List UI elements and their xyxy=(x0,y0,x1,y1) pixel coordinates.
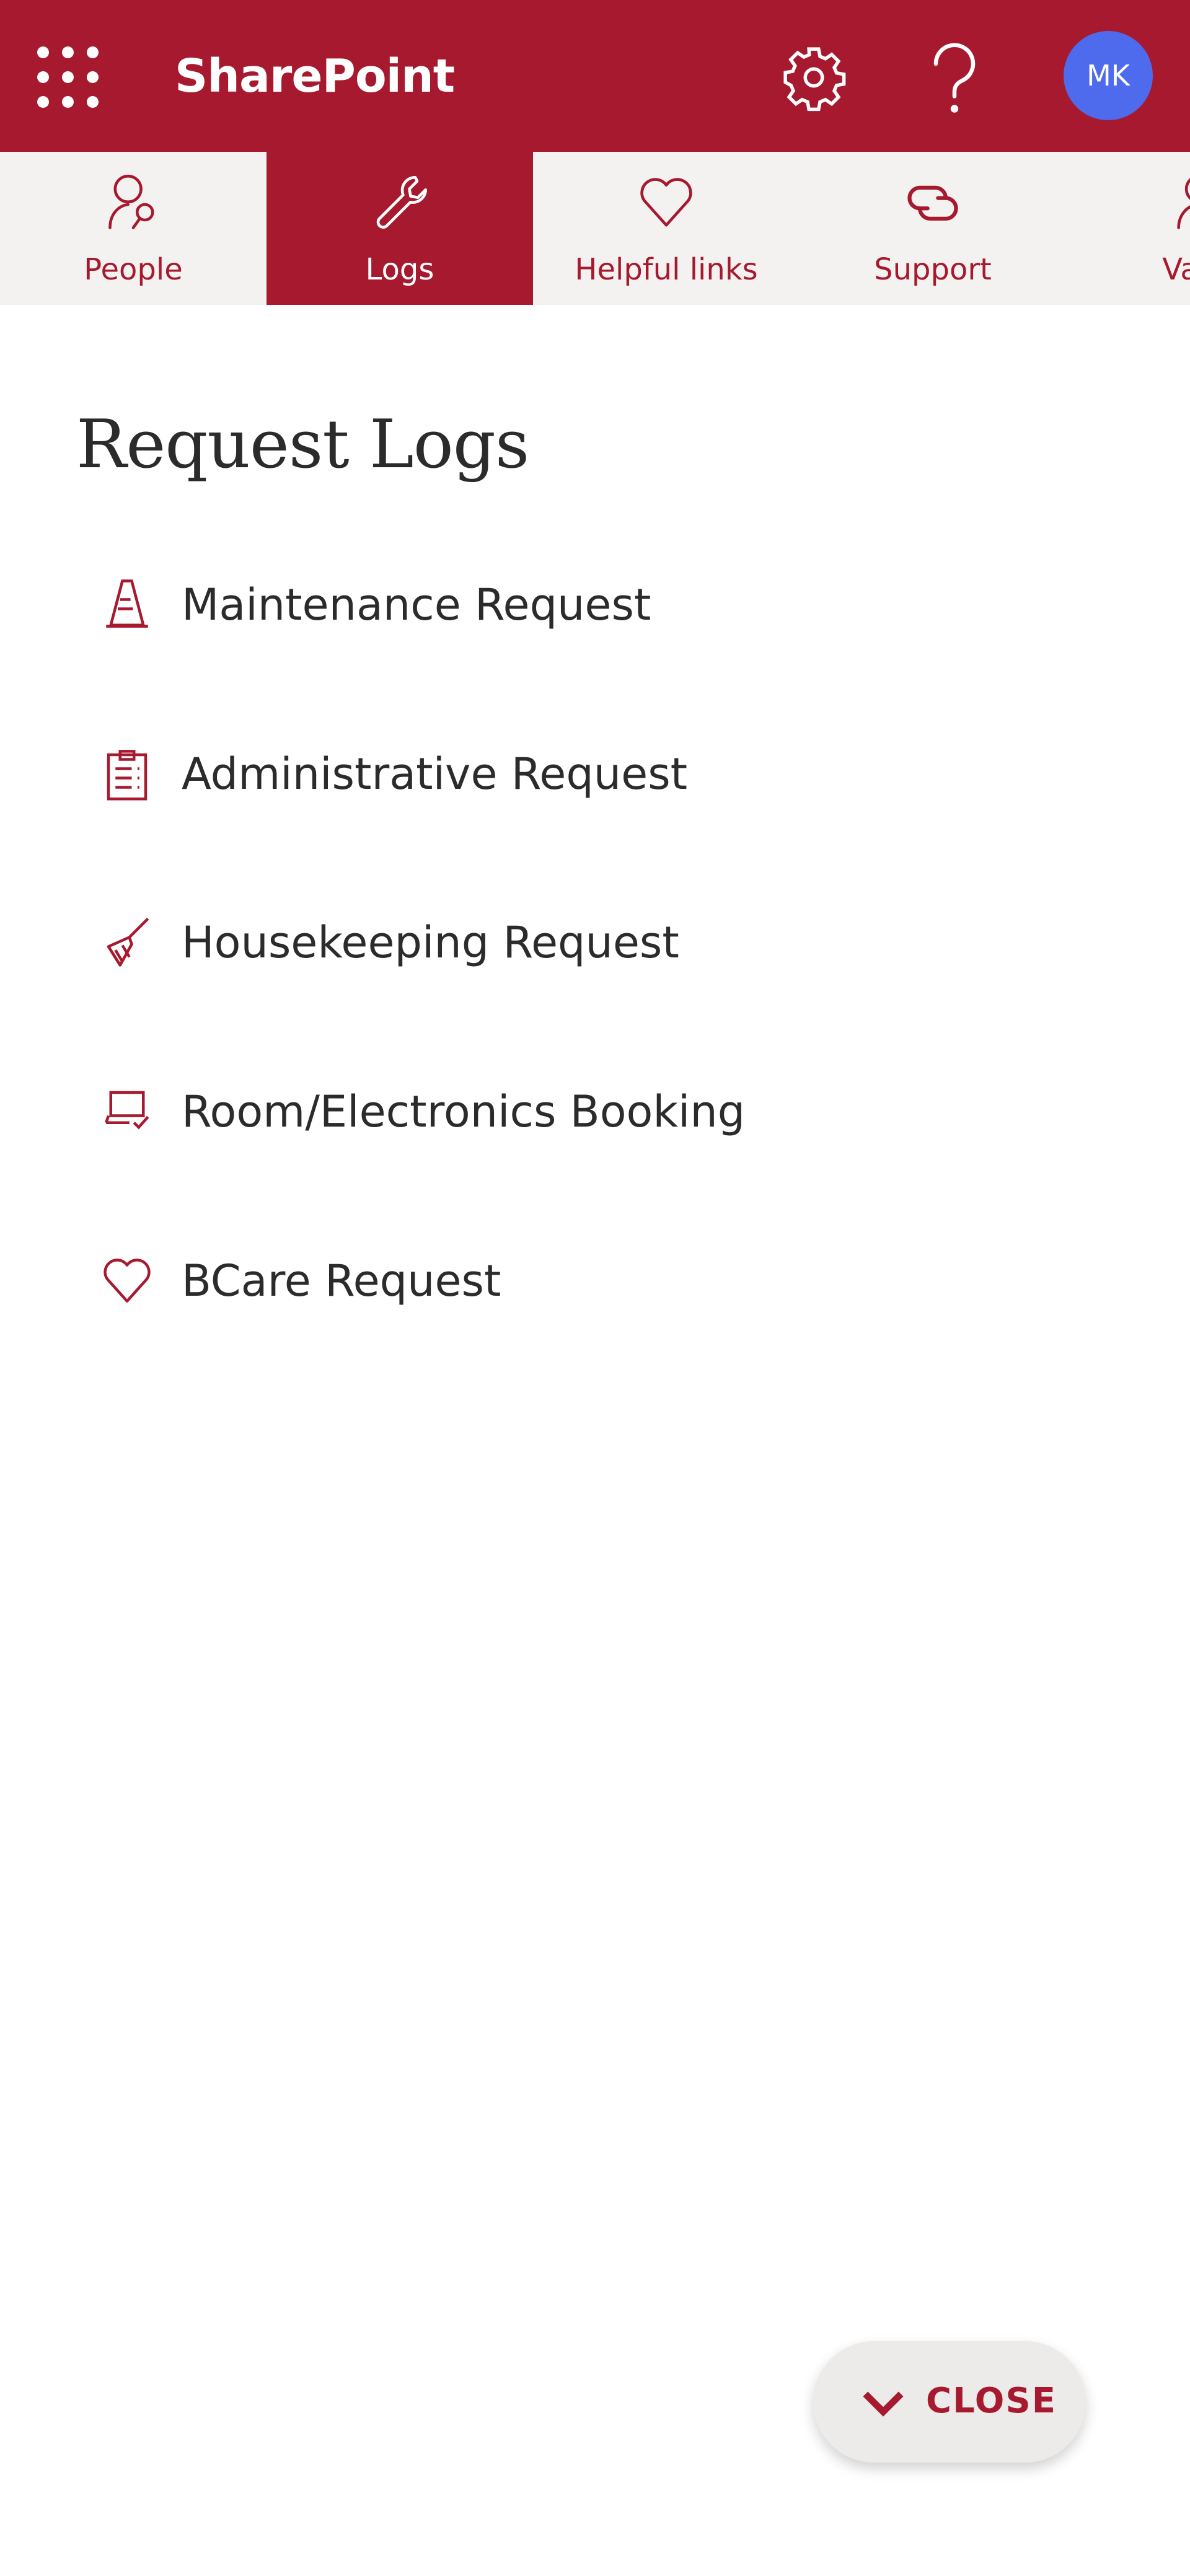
list-item-label: Administrative Request xyxy=(182,749,688,799)
list-item-label: Housekeeping Request xyxy=(182,917,679,968)
tab-support[interactable]: Support xyxy=(800,152,1066,305)
question-mark-icon[interactable] xyxy=(923,42,985,116)
link-icon xyxy=(907,185,958,221)
list-item-label: Room/Electronics Booking xyxy=(182,1086,746,1137)
heart-icon xyxy=(104,1259,151,1303)
person-icon xyxy=(1177,178,1190,229)
person-search-icon xyxy=(108,174,154,229)
list-item-housekeeping-request[interactable]: Housekeeping Request xyxy=(93,899,837,979)
list-item-administrative-request[interactable]: Administrative Request xyxy=(93,730,837,811)
tab-helpful-links[interactable]: Helpful links xyxy=(533,152,800,305)
close-button-label: CLOSE xyxy=(926,2381,1057,2421)
avatar[interactable]: MK xyxy=(1064,31,1153,120)
tab-label: People xyxy=(84,252,183,287)
tab-label: Logs xyxy=(365,252,434,287)
tab-label: Vand xyxy=(1162,252,1190,287)
tab-label: Helpful links xyxy=(575,252,758,287)
close-button[interactable]: CLOSE xyxy=(813,2341,1086,2463)
clipboard-list-icon xyxy=(107,750,148,801)
app-title[interactable]: SharePoint xyxy=(175,50,455,103)
list-item-room-electronics-booking[interactable]: Room/Electronics Booking xyxy=(93,1068,837,1148)
tab-logs[interactable]: Logs xyxy=(267,152,533,305)
list-item-label: Maintenance Request xyxy=(182,579,651,630)
suite-header: SharePoint MK xyxy=(0,0,1190,152)
laptop-check-icon xyxy=(105,1091,149,1130)
list-item-maintenance-request[interactable]: Maintenance Request xyxy=(93,561,837,641)
chevron-down-icon xyxy=(863,2391,904,2417)
list-item-bcare-request[interactable]: BCare Request xyxy=(93,1237,837,1317)
broom-icon xyxy=(107,917,149,967)
tab-vand[interactable]: Vand xyxy=(1066,152,1190,305)
heart-icon xyxy=(640,178,692,227)
traffic-cone-icon xyxy=(106,579,148,628)
gear-icon[interactable] xyxy=(780,43,848,112)
waffle-icon[interactable] xyxy=(37,46,99,108)
page-title: Request Logs xyxy=(76,406,529,483)
nav-bar: People Logs Helpful links Support Vand xyxy=(0,152,1190,305)
wrench-icon xyxy=(376,175,427,229)
list-item-label: BCare Request xyxy=(182,1255,501,1306)
tab-people[interactable]: People xyxy=(0,152,267,305)
tab-label: Support xyxy=(874,252,992,287)
